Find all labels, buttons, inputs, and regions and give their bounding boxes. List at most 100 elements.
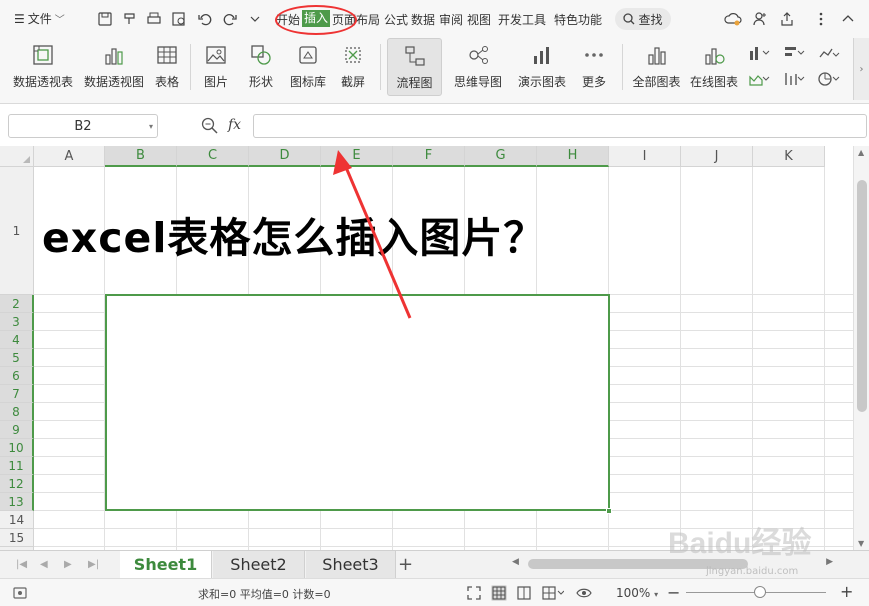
- file-menu[interactable]: ☰ 文件 ﹀: [14, 10, 65, 27]
- mind-map-button[interactable]: 思维导图: [447, 38, 509, 96]
- add-sheet-button[interactable]: +: [398, 554, 413, 575]
- eye-protection-icon[interactable]: [576, 585, 592, 601]
- more-options-icon[interactable]: [812, 10, 830, 28]
- tab-special-features[interactable]: 特色功能: [554, 11, 602, 28]
- row-header-6[interactable]: 6: [0, 367, 34, 385]
- fullscreen-icon[interactable]: [466, 585, 482, 601]
- print-icon[interactable]: [145, 10, 163, 28]
- column-header-h[interactable]: H: [537, 146, 609, 167]
- row-header-7[interactable]: 7: [0, 385, 34, 403]
- selection-range-b2-h13[interactable]: [105, 294, 610, 511]
- row-header-3[interactable]: 3: [0, 313, 34, 331]
- tab-developer[interactable]: 开发工具: [498, 11, 546, 28]
- row-header-12[interactable]: 12: [0, 475, 34, 493]
- redo-icon[interactable]: [221, 10, 239, 28]
- column-header-i[interactable]: I: [609, 146, 681, 167]
- vertical-scrollbar[interactable]: ▲ ▼: [853, 146, 869, 550]
- icon-library-button[interactable]: 图标库: [288, 38, 328, 96]
- save-icon[interactable]: [96, 10, 114, 28]
- spreadsheet-grid[interactable]: ABCDEFGHIJK12345678910111213141516excel表…: [0, 146, 853, 550]
- format-painter-icon[interactable]: [121, 10, 139, 28]
- share-icon[interactable]: [778, 10, 796, 28]
- tab-review[interactable]: 审阅: [439, 11, 463, 28]
- stock-chart-icon[interactable]: [780, 68, 808, 90]
- cloud-sync-icon[interactable]: [724, 10, 742, 28]
- normal-view-icon[interactable]: [491, 585, 507, 601]
- bar-chart-icon[interactable]: [780, 42, 808, 64]
- all-charts-button[interactable]: 全部图表: [629, 38, 684, 96]
- row-header-5[interactable]: 5: [0, 349, 34, 367]
- row-header-11[interactable]: 11: [0, 457, 34, 475]
- shapes-label: 形状: [248, 75, 273, 89]
- pie-chart-icon[interactable]: [815, 68, 843, 90]
- select-all-corner[interactable]: [0, 146, 34, 167]
- print-preview-icon[interactable]: [170, 10, 188, 28]
- column-header-c[interactable]: C: [177, 146, 249, 167]
- zoom-in-button[interactable]: +: [840, 582, 853, 601]
- scroll-left-icon[interactable]: ◀: [512, 557, 519, 567]
- screenshot-button[interactable]: 截屏: [335, 38, 371, 96]
- pivot-table-button[interactable]: 数据透视表: [10, 38, 76, 96]
- column-header-f[interactable]: F: [393, 146, 465, 167]
- name-box-dropdown-icon[interactable]: ▾: [149, 122, 153, 131]
- sheet-tab-sheet1[interactable]: Sheet1: [120, 551, 212, 578]
- name-box[interactable]: B2 ▾: [8, 114, 158, 138]
- row-header-15[interactable]: 15: [0, 529, 34, 547]
- column-header-e[interactable]: E: [321, 146, 393, 167]
- page-break-view-icon[interactable]: [541, 585, 565, 601]
- column-chart-icon[interactable]: [745, 42, 773, 64]
- zoom-slider-handle[interactable]: [754, 586, 766, 598]
- scroll-up-icon[interactable]: ▲: [858, 148, 864, 157]
- row-header-4[interactable]: 4: [0, 331, 34, 349]
- row-header-2[interactable]: 2: [0, 295, 34, 313]
- tab-formulas[interactable]: 公式: [384, 11, 408, 28]
- zoom-formula-icon[interactable]: [201, 117, 219, 135]
- sheet-tab-sheet3[interactable]: Sheet3: [306, 551, 396, 578]
- online-charts-button[interactable]: 在线图表: [688, 38, 740, 96]
- page-layout-view-icon[interactable]: [516, 585, 532, 601]
- insert-function-button[interactable]: fx: [228, 117, 241, 133]
- ribbon-scroll-right-icon[interactable]: ›: [853, 38, 869, 100]
- last-sheet-icon[interactable]: ▶|: [88, 559, 99, 570]
- macro-record-icon[interactable]: [12, 585, 28, 601]
- zoom-out-button[interactable]: −: [667, 583, 680, 602]
- scroll-down-icon[interactable]: ▼: [858, 539, 864, 548]
- row-header-13[interactable]: 13: [0, 493, 34, 511]
- column-header-g[interactable]: G: [465, 146, 537, 167]
- more-button[interactable]: 更多: [574, 38, 614, 96]
- scroll-right-icon[interactable]: ▶: [826, 557, 833, 567]
- share-user-icon[interactable]: [751, 10, 769, 28]
- picture-button[interactable]: 图片: [198, 38, 234, 96]
- vertical-scroll-thumb[interactable]: [857, 180, 867, 412]
- zoom-level-dropdown[interactable]: 100% ▾: [616, 586, 658, 600]
- prev-sheet-icon[interactable]: ◀: [40, 559, 48, 570]
- tab-view[interactable]: 视图: [467, 11, 491, 28]
- undo-icon[interactable]: [196, 10, 214, 28]
- first-sheet-icon[interactable]: |◀: [16, 559, 27, 570]
- quick-access-dropdown-icon[interactable]: [246, 10, 264, 28]
- row-header-14[interactable]: 14: [0, 511, 34, 529]
- table-button[interactable]: 表格: [152, 38, 182, 96]
- flowchart-button[interactable]: 流程图: [387, 38, 442, 96]
- sheet-tab-sheet2[interactable]: Sheet2: [213, 551, 305, 578]
- shapes-button[interactable]: 形状: [242, 38, 280, 96]
- search-button[interactable]: 查找: [615, 8, 671, 30]
- column-header-j[interactable]: J: [681, 146, 753, 167]
- demo-chart-button[interactable]: 演示图表: [515, 38, 569, 96]
- row-header-9[interactable]: 9: [0, 421, 34, 439]
- tab-data[interactable]: 数据: [411, 11, 435, 28]
- row-header-1[interactable]: 1: [0, 167, 34, 295]
- row-header-8[interactable]: 8: [0, 403, 34, 421]
- line-chart-icon[interactable]: [815, 42, 843, 64]
- formula-input[interactable]: [253, 114, 867, 138]
- column-header-d[interactable]: D: [249, 146, 321, 167]
- column-header-b[interactable]: B: [105, 146, 177, 167]
- fill-handle[interactable]: [606, 508, 612, 514]
- pivot-chart-button[interactable]: 数据透视图: [83, 38, 145, 96]
- column-header-a[interactable]: A: [34, 146, 105, 167]
- collapse-ribbon-icon[interactable]: [839, 10, 857, 28]
- column-header-k[interactable]: K: [753, 146, 825, 167]
- row-header-10[interactable]: 10: [0, 439, 34, 457]
- next-sheet-icon[interactable]: ▶: [64, 559, 72, 570]
- area-chart-icon[interactable]: [745, 68, 773, 90]
